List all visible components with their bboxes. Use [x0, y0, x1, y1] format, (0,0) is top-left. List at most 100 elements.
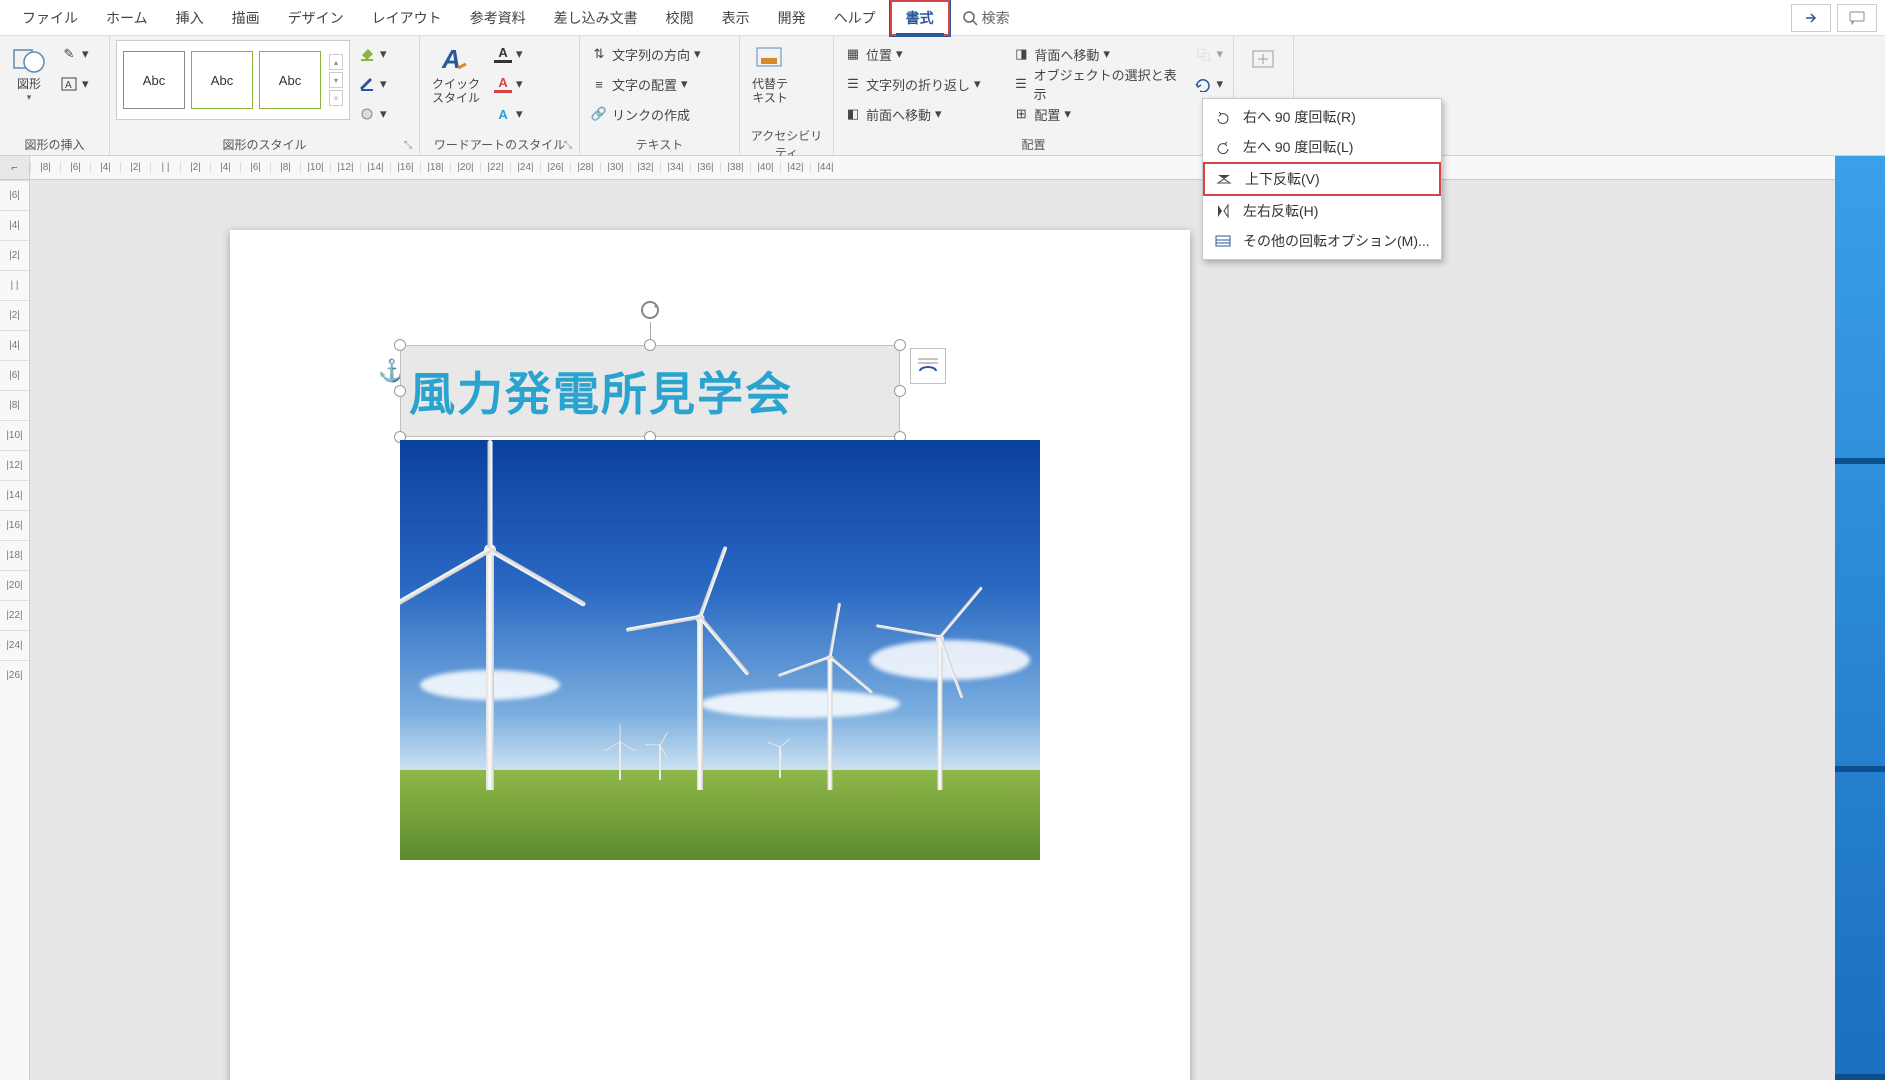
- vertical-ruler[interactable]: |6||4||2|| ||2||4||6||8||10||12||14||16|…: [0, 180, 30, 1080]
- shapes-button[interactable]: 図形 ▾: [6, 40, 52, 105]
- shape-style-gallery[interactable]: Abc Abc Abc ▴▾▿: [116, 40, 350, 120]
- textbox-text[interactable]: 風力発電所見学会: [401, 346, 899, 436]
- group-icon: ⿻: [1194, 45, 1212, 63]
- hruler-tick: |8|: [30, 162, 60, 173]
- tab-references[interactable]: 参考資料: [456, 2, 540, 34]
- size-button[interactable]: [1240, 40, 1286, 78]
- wrap-text-label: 文字列の折り返し: [866, 75, 970, 94]
- svg-text:A: A: [65, 80, 72, 91]
- create-link-button[interactable]: 🔗リンクの作成: [586, 100, 733, 128]
- text-align-button[interactable]: ≡文字の配置 ▾: [586, 70, 733, 98]
- dialog-launcher-wordart[interactable]: ⤡: [564, 140, 576, 152]
- tab-home[interactable]: ホーム: [92, 2, 162, 34]
- hruler-tick: |2|: [120, 162, 150, 173]
- tab-format[interactable]: 書式: [890, 0, 950, 36]
- alt-text-button[interactable]: 代替テ キスト: [746, 40, 794, 108]
- resize-handle-mr[interactable]: [894, 385, 906, 397]
- tab-review[interactable]: 校閲: [652, 2, 708, 34]
- menu-flip-vertical[interactable]: 上下反転(V): [1203, 162, 1441, 196]
- align-button[interactable]: ⊞配置 ▾: [1008, 100, 1186, 128]
- resize-handle-tr[interactable]: [894, 339, 906, 351]
- gallery-spinner[interactable]: ▴▾▿: [329, 54, 343, 106]
- send-backward-button[interactable]: ◨背面へ移動 ▾: [1008, 40, 1186, 68]
- group-label-insert-shapes: 図形の挿入: [6, 133, 103, 153]
- shape-effects-button[interactable]: ▾: [354, 100, 391, 128]
- hruler-tick: |12|: [330, 162, 360, 173]
- tab-insert[interactable]: 挿入: [162, 2, 218, 34]
- resize-handle-tm[interactable]: [644, 339, 656, 351]
- title-actions: [1791, 4, 1877, 32]
- vruler-tick: |22|: [0, 600, 29, 630]
- menu-rotate-right-90[interactable]: 右へ 90 度回転(R): [1203, 102, 1441, 132]
- menu-flip-horizontal[interactable]: 左右反転(H): [1203, 196, 1441, 226]
- text-direction-button[interactable]: ⇅文字列の方向 ▾: [586, 40, 733, 68]
- vruler-tick: |14|: [0, 480, 29, 510]
- edit-shape-icon: ✎: [60, 45, 78, 63]
- group-label-text: テキスト: [586, 133, 733, 153]
- bring-forward-button[interactable]: ◧前面へ移動 ▾: [840, 100, 1004, 128]
- selected-textbox[interactable]: 風力発電所見学会: [400, 345, 900, 437]
- edit-shape-button[interactable]: ✎▾: [56, 40, 93, 68]
- position-button[interactable]: ▦位置 ▾: [840, 40, 1004, 68]
- group-label-arrange: 配置: [840, 133, 1227, 153]
- send-backward-icon: ◨: [1012, 45, 1030, 63]
- group-text: ⇅文字列の方向 ▾ ≡文字の配置 ▾ 🔗リンクの作成 テキスト: [580, 36, 740, 155]
- selection-pane-icon: ☰: [1012, 75, 1029, 93]
- ruler-corner: ⌐: [0, 156, 30, 180]
- text-fill-button[interactable]: A▾: [490, 40, 527, 68]
- horizontal-ruler[interactable]: |8||6||4||2|| ||2||4||6||8||10||12||14||…: [30, 156, 1885, 180]
- group-button[interactable]: ⿻▾: [1190, 40, 1227, 68]
- layout-options-button[interactable]: [910, 348, 946, 384]
- tab-developer[interactable]: 開発: [764, 2, 820, 34]
- share-button[interactable]: [1791, 4, 1831, 32]
- rotate-button[interactable]: ▾: [1190, 70, 1227, 98]
- quick-styles-icon: A: [439, 42, 473, 76]
- dialog-launcher-shape-styles[interactable]: ⤡: [404, 140, 416, 152]
- menu-more-rotation-options[interactable]: その他の回転オプション(M)...: [1203, 226, 1441, 256]
- resize-handle-tl[interactable]: [394, 339, 406, 351]
- hruler-tick: |2|: [180, 162, 210, 173]
- shape-outline-button[interactable]: ▾: [354, 70, 391, 98]
- tab-draw[interactable]: 描画: [218, 2, 274, 34]
- text-direction-icon: ⇅: [590, 45, 608, 63]
- workspace: ⌐ |8||6||4||2|| ||2||4||6||8||10||12||14…: [0, 156, 1885, 1080]
- text-effects-button[interactable]: A▾: [490, 100, 527, 128]
- text-direction-label: 文字列の方向: [612, 45, 690, 64]
- alt-text-icon: [753, 42, 787, 76]
- position-icon: ▦: [844, 45, 862, 63]
- wind-farm-image[interactable]: [400, 440, 1040, 860]
- resize-handle-ml[interactable]: [394, 385, 406, 397]
- wrap-text-button[interactable]: ☰文字列の折り返し ▾: [840, 70, 1004, 98]
- shape-fill-button[interactable]: ▾: [354, 40, 391, 68]
- menu-rotate-left-90[interactable]: 左へ 90 度回転(L): [1203, 132, 1441, 162]
- tab-file[interactable]: ファイル: [8, 2, 92, 34]
- hruler-tick: |16|: [390, 162, 420, 173]
- tab-help[interactable]: ヘルプ: [820, 2, 890, 34]
- text-outline-button[interactable]: A▾: [490, 70, 527, 98]
- tab-design[interactable]: デザイン: [274, 2, 358, 34]
- text-fill-icon: A: [494, 45, 512, 63]
- text-box-button[interactable]: A▾: [56, 70, 93, 98]
- send-backward-label: 背面へ移動: [1034, 45, 1099, 64]
- windows-taskbar-sliver: [1835, 156, 1885, 1080]
- document-canvas[interactable]: ⚓ 風力発電所見学会: [30, 180, 1885, 1080]
- rotation-handle[interactable]: [638, 298, 662, 322]
- tab-mailings[interactable]: 差し込み文書: [540, 2, 652, 34]
- style-swatch-1[interactable]: Abc: [123, 51, 185, 109]
- vruler-tick: |20|: [0, 570, 29, 600]
- hruler-tick: |18|: [420, 162, 450, 173]
- tab-view[interactable]: 表示: [708, 2, 764, 34]
- comments-button[interactable]: [1837, 4, 1877, 32]
- selection-pane-button[interactable]: ☰オブジェクトの選択と表示: [1008, 70, 1186, 98]
- style-swatch-2[interactable]: Abc: [191, 51, 253, 109]
- hruler-tick: |44|: [810, 162, 840, 173]
- search-box[interactable]: 検索: [962, 8, 1010, 28]
- quick-styles-button[interactable]: A クイック スタイル: [426, 40, 486, 108]
- group-arrange: ▦位置 ▾ ☰文字列の折り返し ▾ ◧前面へ移動 ▾ ◨背面へ移動 ▾ ☰オブジ…: [834, 36, 1234, 155]
- group-label-wordart: ワードアートのスタイル: [426, 133, 573, 153]
- alt-text-label: 代替テ キスト: [752, 78, 788, 106]
- style-swatch-3[interactable]: Abc: [259, 51, 321, 109]
- tab-layout[interactable]: レイアウト: [358, 2, 456, 34]
- hruler-tick: |38|: [720, 162, 750, 173]
- grass: [400, 770, 1040, 860]
